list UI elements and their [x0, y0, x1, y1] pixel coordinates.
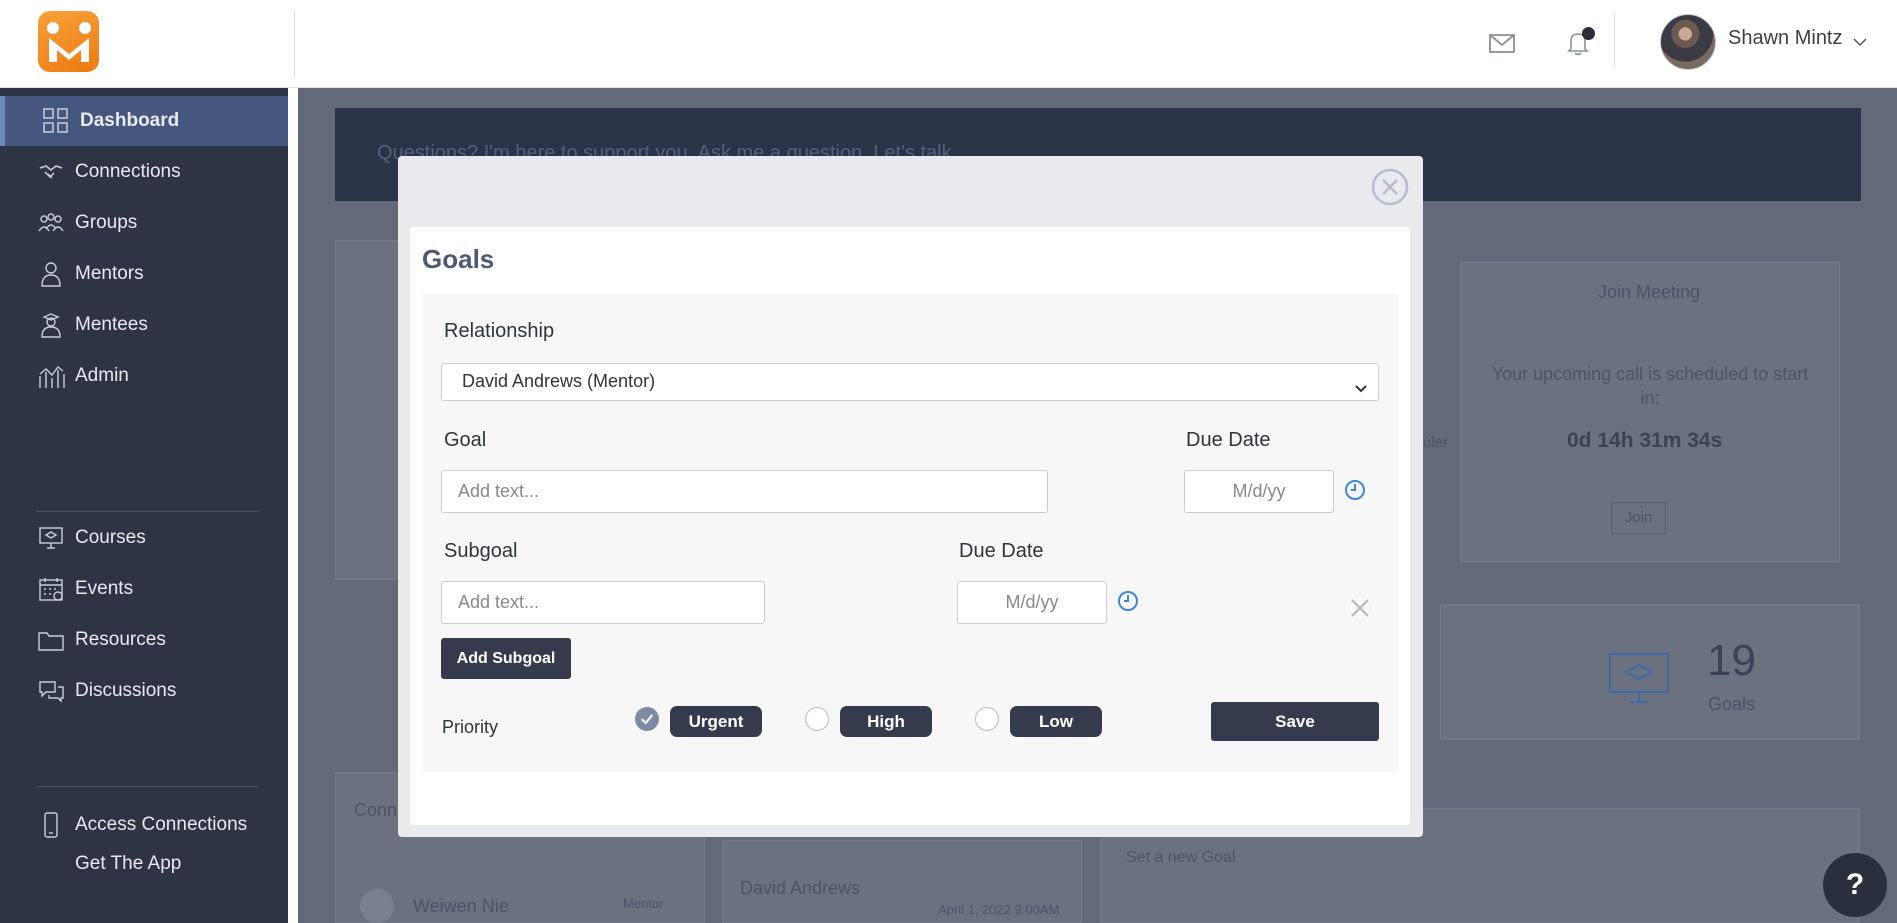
- subgoal-due-date-input[interactable]: [957, 581, 1107, 624]
- logo-m-icon: [46, 21, 91, 62]
- sidebar-item-events[interactable]: Events: [0, 564, 288, 614]
- priority-low-radio[interactable]: [975, 707, 999, 731]
- user-name[interactable]: Shawn Mintz: [1728, 27, 1843, 50]
- relationship-select[interactable]: David Andrews (Mentor): [441, 363, 1379, 401]
- user-avatar[interactable]: [1660, 14, 1716, 70]
- sidebar-separator: [36, 786, 258, 787]
- clock-icon[interactable]: [1344, 479, 1366, 501]
- save-button[interactable]: Save: [1211, 702, 1379, 741]
- relationship-label: Relationship: [444, 320, 555, 342]
- calendar-icon: [37, 575, 65, 603]
- goal-label: Goal: [444, 429, 487, 451]
- set-goal-link[interactable]: Set a new Goal: [1126, 849, 1235, 867]
- sidebar-item-mentors[interactable]: Mentors: [0, 249, 288, 299]
- subgoal-label: Subgoal: [444, 540, 518, 562]
- sidebar-item-label: Resources: [75, 629, 166, 650]
- sidebar-item-connections[interactable]: Connections: [0, 147, 288, 197]
- person-role: Mentor: [623, 896, 664, 911]
- goals-label: Goals: [1708, 694, 1756, 714]
- priority-high-radio[interactable]: [805, 707, 829, 731]
- topbar-divider: [294, 10, 295, 78]
- add-subgoal-button[interactable]: Add Subgoal: [441, 638, 571, 679]
- top-bar: [0, 0, 1897, 88]
- sidebar-item-dashboard[interactable]: Dashboard: [0, 96, 288, 146]
- sidebar-separator: [36, 511, 258, 512]
- chart-icon: [37, 362, 65, 390]
- chat-icon: [37, 677, 65, 705]
- topbar-divider: [1614, 12, 1615, 68]
- sidebar-item-label: Mentees: [75, 314, 148, 335]
- goal-due-date-input[interactable]: [1184, 470, 1334, 513]
- subgoal-input[interactable]: [441, 581, 765, 624]
- sidebar-item-resources[interactable]: Resources: [0, 615, 288, 665]
- sidebar-item-label: Discussions: [75, 680, 177, 701]
- group-icon: [37, 209, 65, 237]
- sidebar-edge: [288, 88, 298, 923]
- chevron-down-icon: [1354, 378, 1368, 393]
- sidebar-item-discussions[interactable]: Discussions: [0, 666, 288, 716]
- phone-icon: [37, 811, 65, 839]
- sidebar-item-mentees[interactable]: Mentees: [0, 300, 288, 350]
- handshake-icon: [37, 158, 65, 186]
- mail-icon[interactable]: [1487, 29, 1517, 57]
- sidebar-item-admin[interactable]: Admin: [0, 351, 288, 401]
- person-avatar: [360, 889, 394, 923]
- goals-count: 19: [1707, 636, 1756, 685]
- chevron-down-icon[interactable]: [1853, 34, 1867, 47]
- sidebar-item-label: Mentors: [75, 263, 144, 284]
- priority-urgent-radio[interactable]: [635, 707, 659, 731]
- subgoal-due-date-label: Due Date: [959, 540, 1044, 562]
- remove-subgoal-icon[interactable]: [1348, 596, 1372, 620]
- session-person[interactable]: David Andrews: [740, 878, 860, 899]
- sidebar-item-label: Dashboard: [80, 110, 180, 131]
- mentee-icon: [37, 311, 65, 339]
- folder-icon: [37, 626, 65, 654]
- check-icon: [640, 714, 654, 725]
- grid-icon: [42, 107, 70, 135]
- session-date: April 1, 2022 9:00AM: [938, 902, 1060, 917]
- get-the-app-link[interactable]: Get The App: [0, 839, 288, 889]
- clock-icon[interactable]: [1117, 590, 1139, 612]
- priority-high-label[interactable]: High: [840, 706, 932, 737]
- modal-title: Goals: [422, 244, 495, 274]
- due-date-label: Due Date: [1186, 429, 1271, 451]
- relationship-value: David Andrews (Mentor): [462, 371, 656, 391]
- mentor-icon: [37, 260, 65, 288]
- sidebar-item-label: Courses: [75, 527, 146, 548]
- sidebar-item-label: Admin: [75, 365, 129, 386]
- help-button[interactable]: ?: [1823, 853, 1887, 917]
- sidebar-item-groups[interactable]: Groups: [0, 198, 288, 248]
- sidebar-item-label: Events: [75, 578, 134, 599]
- app-logo[interactable]: [38, 11, 99, 72]
- upcoming-call-text: Your upcoming call is scheduled to start…: [1491, 364, 1809, 408]
- priority-label: Priority: [442, 717, 499, 737]
- sidebar-item-label: Access Connections: [75, 814, 248, 835]
- courses-monitor-icon: [1608, 652, 1670, 706]
- monitor-icon: [37, 524, 65, 552]
- sidebar-item-label: Connections: [75, 161, 181, 182]
- sidebar-item-courses[interactable]: Courses: [0, 513, 288, 563]
- person-name[interactable]: Weiwen Nie: [413, 896, 509, 917]
- countdown-timer: 0d 14h 31m 34s: [1567, 429, 1723, 452]
- priority-urgent-label[interactable]: Urgent: [670, 706, 762, 737]
- sidebar-item-label: Get The App: [75, 853, 182, 874]
- sidebar-item-label: Groups: [75, 212, 138, 233]
- notification-dot: [1582, 27, 1595, 40]
- goal-input[interactable]: [441, 470, 1048, 513]
- join-meeting-title: Join Meeting: [1598, 282, 1701, 302]
- close-icon[interactable]: [1371, 168, 1409, 206]
- join-button[interactable]: Join: [1611, 502, 1666, 534]
- scheduler-text: uler: [1423, 434, 1449, 451]
- connections-card-title: Conn: [354, 800, 398, 820]
- priority-low-label[interactable]: Low: [1010, 706, 1102, 737]
